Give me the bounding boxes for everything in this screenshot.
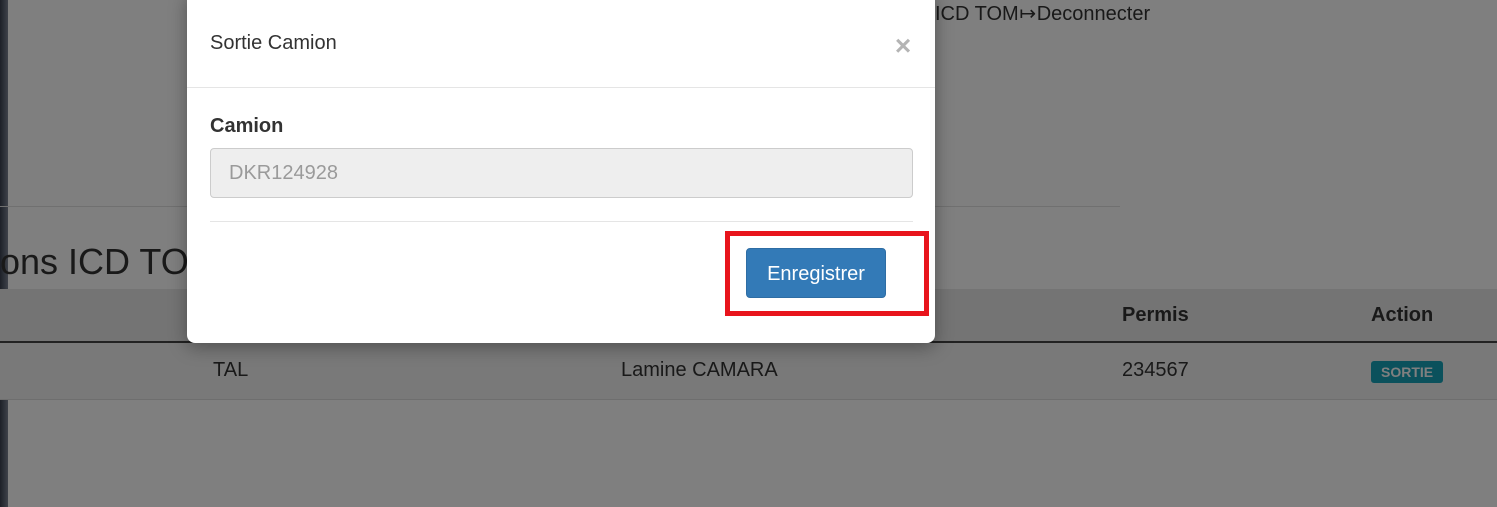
enregistrer-button[interactable]: Enregistrer — [746, 248, 886, 298]
modal-header: Sortie Camion × — [187, 0, 935, 88]
close-icon[interactable]: × — [892, 32, 914, 60]
modal-title: Sortie Camion — [210, 32, 337, 54]
camion-input[interactable] — [210, 148, 913, 198]
sortie-camion-modal: Sortie Camion × Camion Enregistrer — [187, 0, 935, 343]
form-divider — [210, 221, 913, 222]
camion-field-label: Camion — [210, 115, 284, 137]
